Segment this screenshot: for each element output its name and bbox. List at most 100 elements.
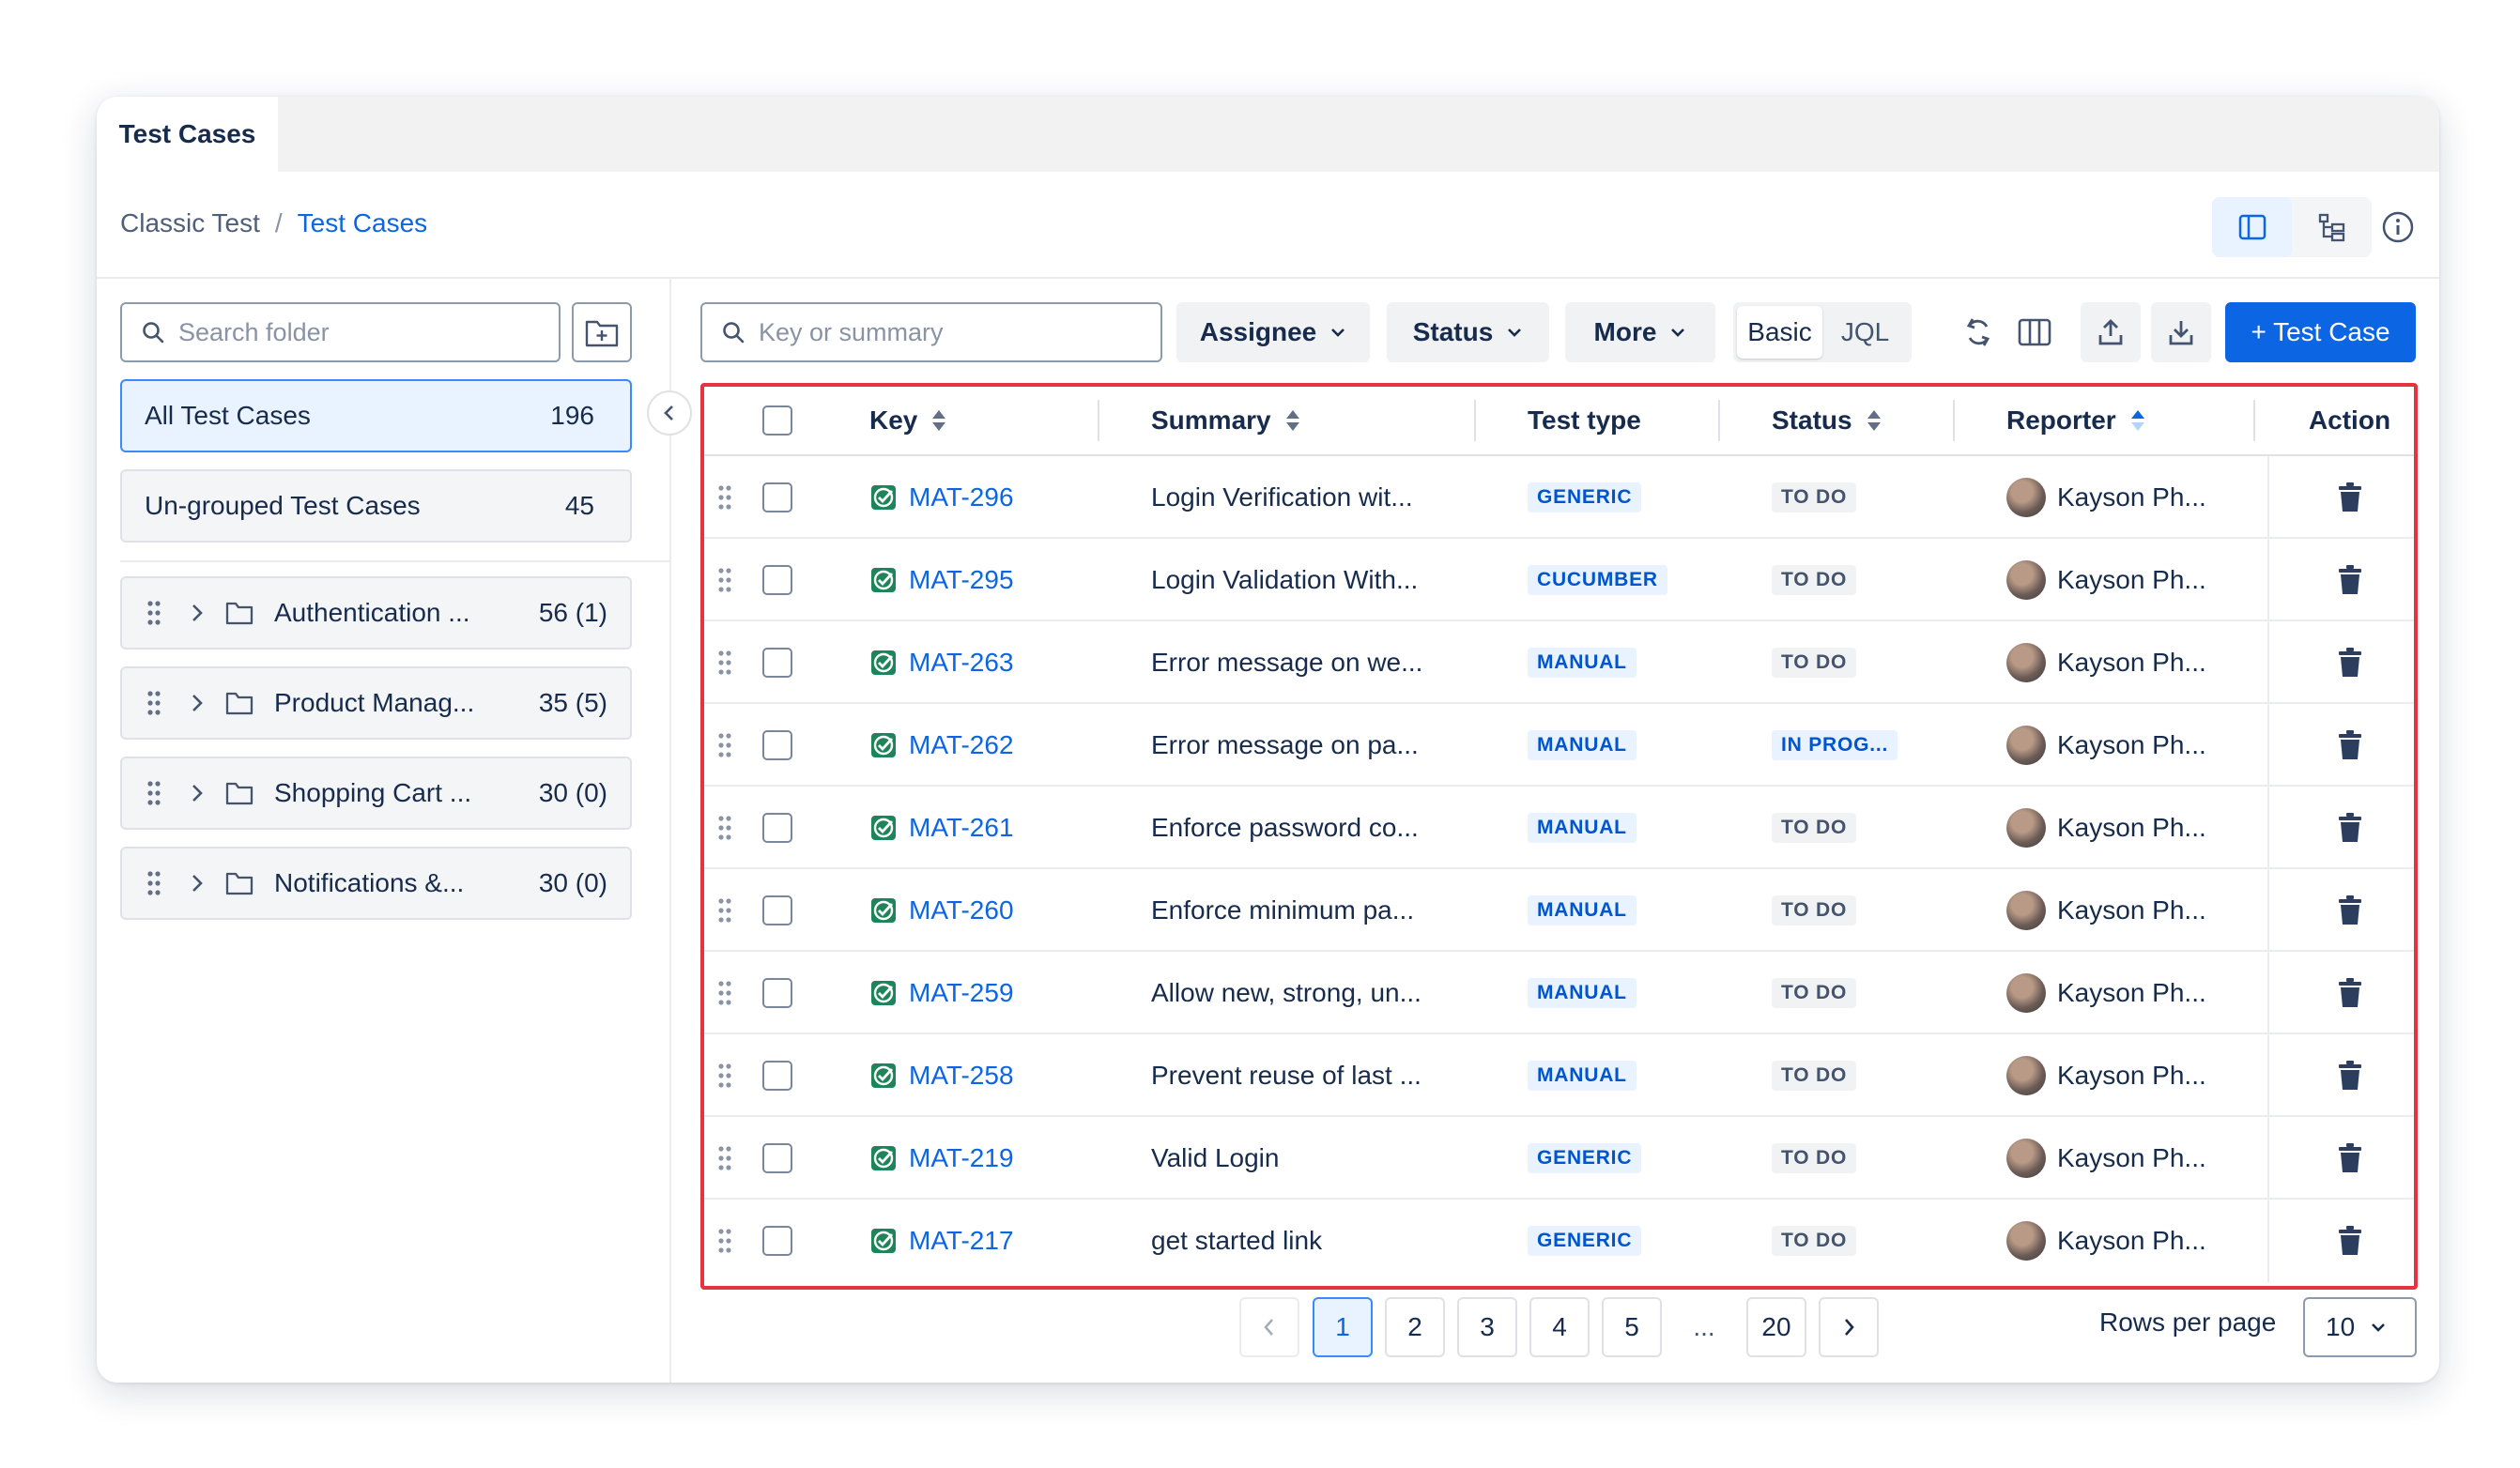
test-case-key-link[interactable]: MAT-261 bbox=[869, 787, 1014, 869]
collapse-sidebar-button[interactable] bbox=[647, 390, 692, 436]
drag-handle-icon[interactable] bbox=[717, 1200, 732, 1282]
test-case-summary[interactable]: Enforce password co... bbox=[1151, 787, 1419, 869]
folder-search-input[interactable]: Search folder bbox=[120, 302, 561, 362]
columns-button[interactable] bbox=[2005, 302, 2065, 362]
drag-handle-icon[interactable] bbox=[717, 1117, 732, 1200]
test-case-key-link[interactable]: MAT-219 bbox=[869, 1117, 1014, 1200]
breadcrumb-parent[interactable]: Classic Test bbox=[120, 208, 260, 238]
table-row[interactable]: MAT-259 Allow new, strong, un... MANUAL TO … bbox=[704, 952, 2414, 1034]
chevron-right-icon[interactable] bbox=[190, 872, 225, 895]
drag-handle-icon[interactable] bbox=[146, 870, 190, 896]
split-view-button[interactable] bbox=[2212, 197, 2292, 257]
folder-item[interactable]: Shopping Cart ... 30 (0) bbox=[120, 757, 632, 830]
delete-button[interactable] bbox=[2282, 1034, 2414, 1117]
page-button[interactable]: 1 bbox=[1313, 1297, 1373, 1357]
test-case-summary[interactable]: Error message on pa... bbox=[1151, 704, 1419, 787]
tree-view-button[interactable] bbox=[2292, 197, 2372, 257]
row-checkbox[interactable] bbox=[762, 539, 792, 621]
sort-icon[interactable] bbox=[930, 408, 947, 433]
delete-button[interactable] bbox=[2282, 1117, 2414, 1200]
key-column-header[interactable]: Key bbox=[869, 387, 947, 454]
row-checkbox[interactable] bbox=[762, 1200, 792, 1282]
delete-button[interactable] bbox=[2282, 952, 2414, 1034]
test-case-key-link[interactable]: MAT-258 bbox=[869, 1034, 1014, 1117]
table-row[interactable]: MAT-262 Error message on pa... MANUAL IN PR… bbox=[704, 704, 2414, 787]
previous-page-button[interactable] bbox=[1239, 1297, 1299, 1357]
rows-per-page-select[interactable]: 10 bbox=[2303, 1297, 2417, 1357]
table-row[interactable]: MAT-261 Enforce password co... MANUAL TO DO… bbox=[704, 787, 2414, 869]
page-button[interactable]: 4 bbox=[1529, 1297, 1590, 1357]
import-button[interactable] bbox=[2151, 302, 2211, 362]
row-checkbox[interactable] bbox=[762, 952, 792, 1034]
drag-handle-icon[interactable] bbox=[717, 787, 732, 869]
test-case-summary[interactable]: Enforce minimum pa... bbox=[1151, 869, 1414, 952]
test-case-key-link[interactable]: MAT-263 bbox=[869, 621, 1014, 704]
table-row[interactable]: MAT-263 Error message on we... MANUAL TO DO… bbox=[704, 621, 2414, 704]
drag-handle-icon[interactable] bbox=[717, 952, 732, 1034]
delete-button[interactable] bbox=[2282, 539, 2414, 621]
row-checkbox[interactable] bbox=[762, 704, 792, 787]
status-filter[interactable]: Status bbox=[1387, 302, 1549, 362]
table-row[interactable]: MAT-219 Valid Login GENERIC TO DO Kayson Ph.… bbox=[704, 1117, 2414, 1200]
next-page-button[interactable] bbox=[1819, 1297, 1879, 1357]
folder-item[interactable]: Notifications &... 30 (0) bbox=[120, 847, 632, 920]
drag-handle-icon[interactable] bbox=[146, 780, 190, 806]
test-case-summary[interactable]: Allow new, strong, un... bbox=[1151, 952, 1421, 1034]
test-case-key-link[interactable]: MAT-259 bbox=[869, 952, 1014, 1034]
drag-handle-icon[interactable] bbox=[717, 1034, 732, 1117]
test-case-key-link[interactable]: MAT-217 bbox=[869, 1200, 1014, 1282]
status-column-header[interactable]: Status bbox=[1772, 387, 1882, 454]
test-case-summary[interactable]: Prevent reuse of last ... bbox=[1151, 1034, 1421, 1117]
delete-button[interactable] bbox=[2282, 456, 2414, 539]
tab-test-cases[interactable]: Test Cases bbox=[97, 97, 278, 172]
drag-handle-icon[interactable] bbox=[717, 704, 732, 787]
test-case-key-link[interactable]: MAT-262 bbox=[869, 704, 1014, 787]
delete-button[interactable] bbox=[2282, 869, 2414, 952]
add-folder-button[interactable] bbox=[572, 302, 632, 362]
page-button[interactable]: 2 bbox=[1385, 1297, 1445, 1357]
assignee-filter[interactable]: Assignee bbox=[1176, 302, 1370, 362]
chevron-right-icon[interactable] bbox=[190, 602, 225, 624]
row-checkbox[interactable] bbox=[762, 1034, 792, 1117]
drag-handle-icon[interactable] bbox=[146, 690, 190, 716]
drag-handle-icon[interactable] bbox=[717, 869, 732, 952]
test-type-column-header[interactable]: Test type bbox=[1528, 387, 1641, 454]
table-row[interactable]: MAT-258 Prevent reuse of last ... MANUAL TO… bbox=[704, 1034, 2414, 1117]
test-case-key-link[interactable]: MAT-296 bbox=[869, 456, 1014, 539]
summary-column-header[interactable]: Summary bbox=[1151, 387, 1301, 454]
row-checkbox[interactable] bbox=[762, 456, 792, 539]
test-case-summary[interactable]: Valid Login bbox=[1151, 1117, 1279, 1200]
breadcrumb-current[interactable]: Test Cases bbox=[298, 208, 428, 238]
add-test-case-button[interactable]: + Test Case bbox=[2225, 302, 2416, 362]
delete-button[interactable] bbox=[2282, 787, 2414, 869]
test-case-summary[interactable]: Error message on we... bbox=[1151, 621, 1422, 704]
key-search-input[interactable]: Key or summary bbox=[700, 302, 1162, 362]
basic-mode-button[interactable]: Basic bbox=[1737, 306, 1822, 359]
page-button[interactable]: 3 bbox=[1457, 1297, 1517, 1357]
delete-button[interactable] bbox=[2282, 704, 2414, 787]
folder-item[interactable]: Product Manag... 35 (5) bbox=[120, 666, 632, 740]
table-row[interactable]: MAT-296 Login Verification wit... GENERIC T… bbox=[704, 456, 2414, 539]
page-button[interactable]: 20 bbox=[1746, 1297, 1806, 1357]
reporter-column-header[interactable]: Reporter bbox=[2006, 387, 2146, 454]
table-row[interactable]: MAT-260 Enforce minimum pa... MANUAL TO DO K… bbox=[704, 869, 2414, 952]
delete-button[interactable] bbox=[2282, 1200, 2414, 1282]
drag-handle-icon[interactable] bbox=[717, 456, 732, 539]
table-row[interactable]: MAT-217 get started link GENERIC TO DO Kayso… bbox=[704, 1200, 2414, 1282]
chevron-right-icon[interactable] bbox=[190, 782, 225, 804]
page-button[interactable]: 5 bbox=[1602, 1297, 1662, 1357]
test-case-key-link[interactable]: MAT-295 bbox=[869, 539, 1014, 621]
sort-icon[interactable] bbox=[1284, 408, 1301, 433]
drag-handle-icon[interactable] bbox=[717, 621, 732, 704]
drag-handle-icon[interactable] bbox=[717, 539, 732, 621]
test-case-key-link[interactable]: MAT-260 bbox=[869, 869, 1014, 952]
info-icon[interactable] bbox=[2380, 209, 2416, 245]
test-case-summary[interactable]: Login Validation With... bbox=[1151, 539, 1418, 621]
drag-handle-icon[interactable] bbox=[146, 600, 190, 626]
folder-item[interactable]: Authentication ... 56 (1) bbox=[120, 576, 632, 650]
sort-icon[interactable] bbox=[1866, 408, 1882, 433]
ungrouped-test-cases-item[interactable]: Un-grouped Test Cases 45 bbox=[120, 469, 632, 543]
export-button[interactable] bbox=[2081, 302, 2141, 362]
row-checkbox[interactable] bbox=[762, 869, 792, 952]
test-case-summary[interactable]: get started link bbox=[1151, 1200, 1322, 1282]
